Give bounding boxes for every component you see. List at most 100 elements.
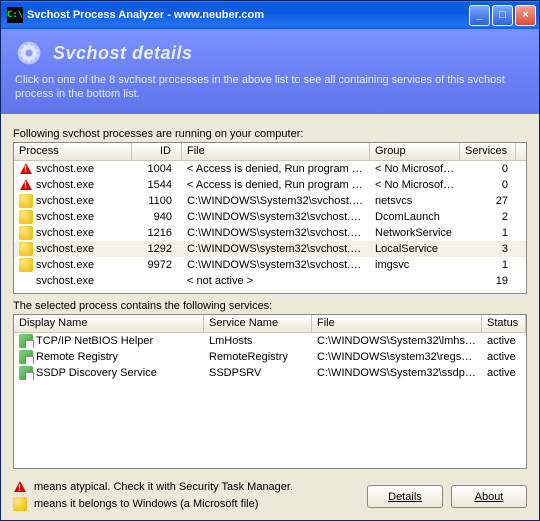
maximize-button[interactable]: □ xyxy=(492,5,513,26)
windows-icon xyxy=(19,210,33,224)
window-title: Svchost Process Analyzer - www.neuber.co… xyxy=(27,9,264,21)
service-icon xyxy=(19,334,33,348)
process-name: svchost.exe xyxy=(36,163,94,175)
service-display-name: TCP/IP NetBIOS Helper xyxy=(36,335,153,347)
process-services: 0 xyxy=(460,163,516,175)
col-id[interactable]: ID xyxy=(132,143,182,160)
service-name: RemoteRegistry xyxy=(204,351,312,363)
process-file: C:\WINDOWS\system32\svchost.exe xyxy=(182,243,370,255)
table-row[interactable]: SSDP Discovery ServiceSSDPSRVC:\WINDOWS\… xyxy=(14,365,526,381)
table-row[interactable]: TCP/IP NetBIOS HelperLmHostsC:\WINDOWS\S… xyxy=(14,333,526,349)
windows-icon xyxy=(19,226,33,240)
process-id: 1004 xyxy=(132,163,182,175)
legend-windows: means it belongs to Windows (a Microsoft… xyxy=(34,496,258,513)
details-button[interactable]: Details xyxy=(367,485,443,508)
footer-buttons: Details About xyxy=(367,481,527,512)
warn-icon xyxy=(19,178,33,192)
process-id: 1100 xyxy=(132,195,182,207)
table-row[interactable]: svchost.exe9972C:\WINDOWS\system32\svcho… xyxy=(14,257,526,273)
process-name: svchost.exe xyxy=(36,243,94,255)
windows-icon xyxy=(19,194,33,208)
table-row[interactable]: svchost.exe1292C:\WINDOWS\system32\svcho… xyxy=(14,241,526,257)
windows-icon xyxy=(13,497,27,511)
service-file: C:\WINDOWS\System32\lmhsvc.dll xyxy=(312,335,482,347)
page-title: Svchost details xyxy=(53,43,193,64)
process-group: DcomLaunch xyxy=(370,211,460,223)
process-id: 1544 xyxy=(132,179,182,191)
col-file[interactable]: File xyxy=(182,143,370,160)
process-group: imgsvc xyxy=(370,259,460,271)
table-row[interactable]: svchost.exe 940C:\WINDOWS\system32\svchos… xyxy=(14,209,526,225)
col-process[interactable]: Process xyxy=(14,143,132,160)
table-row[interactable]: svchost.exe 1544< Access is denied, Run p… xyxy=(14,177,526,193)
service-display-name: SSDP Discovery Service xyxy=(36,367,157,379)
process-group: < No Microsoft fil... xyxy=(370,179,460,191)
service-status: active xyxy=(482,367,526,379)
titlebar[interactable]: C:\ Svchost Process Analyzer - www.neube… xyxy=(1,1,539,29)
header-panel: Svchost details Click on one of the 8 sv… xyxy=(1,29,539,114)
col-svc-file[interactable]: File xyxy=(312,315,482,332)
col-group[interactable]: Group xyxy=(370,143,460,160)
about-button[interactable]: About xyxy=(451,485,527,508)
processes-header[interactable]: Process ID File Group Services xyxy=(14,143,526,161)
windows-icon xyxy=(19,258,33,272)
service-name: SSDPSRV xyxy=(204,367,312,379)
legend: means atypical. Check it with Security T… xyxy=(13,479,293,512)
services-label: The selected process contains the follow… xyxy=(13,300,527,312)
processes-label: Following svchost processes are running … xyxy=(13,128,527,140)
process-services: 3 xyxy=(460,243,516,255)
services-listview[interactable]: Display Name Service Name File Status TC… xyxy=(13,314,527,469)
col-services[interactable]: Services xyxy=(460,143,516,160)
process-services: 0 xyxy=(460,179,516,191)
minimize-button[interactable]: _ xyxy=(469,5,490,26)
process-group: LocalService xyxy=(370,243,460,255)
service-file: C:\WINDOWS\system32\regsvc.dll xyxy=(312,351,482,363)
warn-icon xyxy=(13,480,27,494)
app-window: C:\ Svchost Process Analyzer - www.neube… xyxy=(0,0,540,521)
table-row[interactable]: svchost.exe1004< Access is denied, Run p… xyxy=(14,161,526,177)
services-body: TCP/IP NetBIOS HelperLmHostsC:\WINDOWS\S… xyxy=(14,333,526,468)
process-file: C:\WINDOWS\system32\svchost.exe xyxy=(182,227,370,239)
processes-body: svchost.exe 1004< Access is denied, Run p… xyxy=(14,161,526,293)
windows-icon xyxy=(19,242,33,256)
col-display-name[interactable]: Display Name xyxy=(14,315,204,332)
legend-atypical: means atypical. Check it with Security T… xyxy=(34,479,293,496)
process-name: svchost.exe xyxy=(36,259,94,271)
table-row[interactable]: svchost.exe < not active > 19 xyxy=(14,273,526,289)
process-id: 1216 xyxy=(132,227,182,239)
process-id: 9972 xyxy=(132,259,182,271)
warn-icon xyxy=(19,162,33,176)
col-service-name[interactable]: Service Name xyxy=(204,315,312,332)
process-services: 27 xyxy=(460,195,516,207)
process-services: 1 xyxy=(460,227,516,239)
blank-icon xyxy=(19,274,33,288)
process-group: NetworkService xyxy=(370,227,460,239)
col-status[interactable]: Status xyxy=(482,315,526,332)
processes-listview[interactable]: Process ID File Group Services svchost.e… xyxy=(13,142,527,294)
process-file: C:\WINDOWS\System32\svchost.exe xyxy=(182,195,370,207)
process-services: 2 xyxy=(460,211,516,223)
table-row[interactable]: svchost.exe 1100C:\WINDOWS\System32\svcho… xyxy=(14,193,526,209)
process-name: svchost.exe xyxy=(36,179,94,191)
body-panel: Following svchost processes are running … xyxy=(1,114,539,520)
process-services: 19 xyxy=(460,275,516,287)
page-subtitle: Click on one of the 8 svchost processes … xyxy=(15,73,525,102)
services-header[interactable]: Display Name Service Name File Status xyxy=(14,315,526,333)
process-name: svchost.exe xyxy=(36,275,94,287)
table-row[interactable]: Remote Registry RemoteRegistryC:\WINDOWS\… xyxy=(14,349,526,365)
service-status: active xyxy=(482,351,526,363)
process-file: < not active > xyxy=(182,275,370,287)
process-name: svchost.exe xyxy=(36,195,94,207)
service-display-name: Remote Registry xyxy=(36,351,118,363)
service-icon xyxy=(19,366,33,380)
process-file: < Access is denied, Run program as Admi.… xyxy=(182,179,370,191)
process-group: netsvcs xyxy=(370,195,460,207)
process-group: < No Microsoft fil... xyxy=(370,163,460,175)
close-button[interactable]: × xyxy=(515,5,536,26)
service-status: active xyxy=(482,335,526,347)
gear-icon xyxy=(15,39,43,67)
process-name: svchost.exe xyxy=(36,211,94,223)
table-row[interactable]: svchost.exe1216C:\WINDOWS\system32\svcho… xyxy=(14,225,526,241)
process-file: C:\WINDOWS\system32\svchost.exe xyxy=(182,211,370,223)
process-id: 940 xyxy=(132,211,182,223)
